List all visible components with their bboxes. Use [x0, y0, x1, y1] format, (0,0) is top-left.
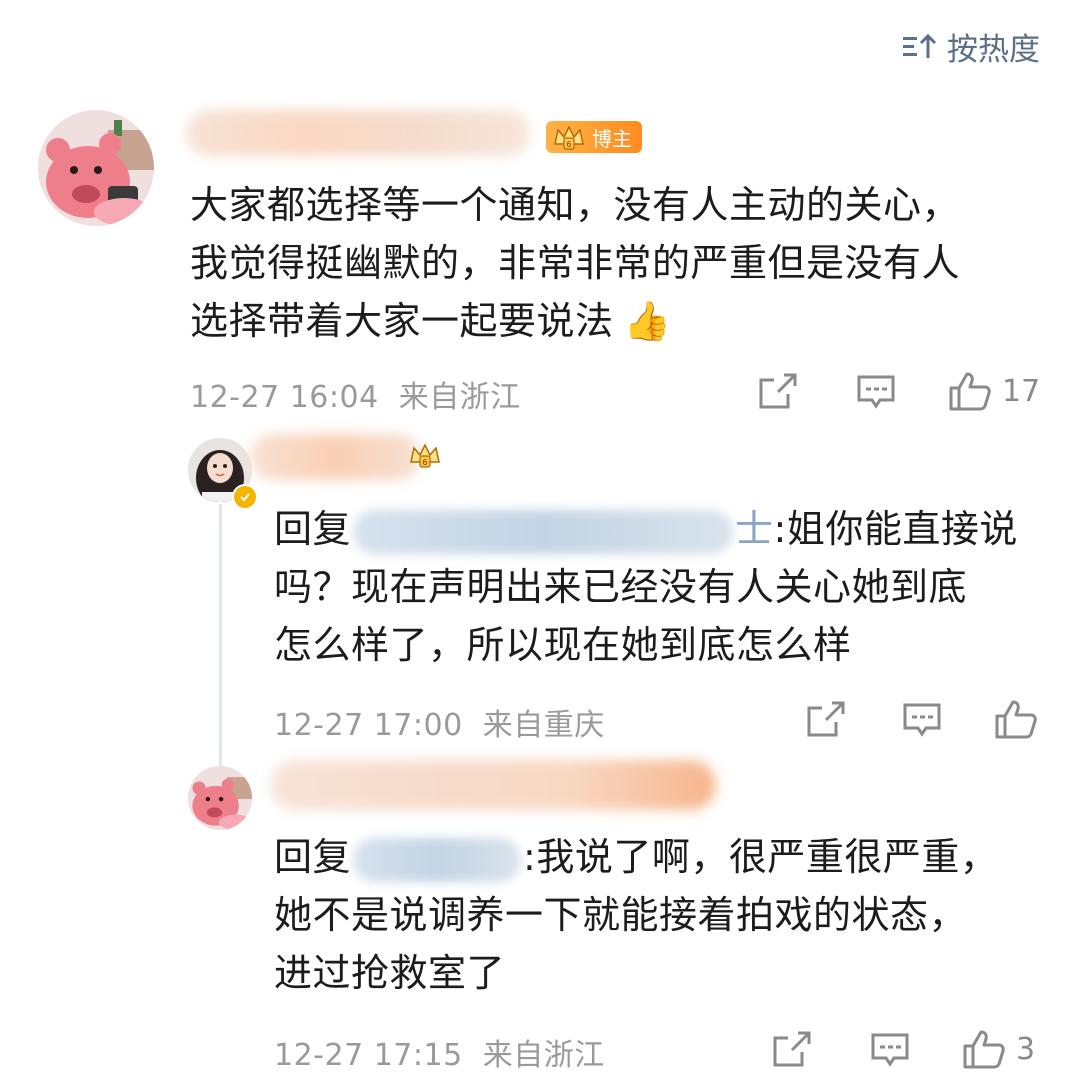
timestamp: 12-27 17:15	[274, 1038, 463, 1073]
share-button[interactable]	[772, 1030, 812, 1068]
comment-meta: 12-27 16:04 来自浙江	[190, 372, 521, 416]
thread-connector	[219, 504, 222, 766]
comment-icon	[903, 703, 941, 737]
reply-button[interactable]	[856, 374, 896, 410]
reply-button[interactable]	[902, 702, 942, 738]
location: 来自重庆	[482, 708, 605, 743]
blogger-badge: 6 博主	[546, 121, 642, 153]
timestamp: 12-27 17:00	[274, 708, 463, 743]
timestamp: 12-27 16:04	[190, 380, 379, 415]
location: 来自浙江	[398, 380, 521, 415]
share-button[interactable]	[758, 372, 798, 410]
thumbs-up-icon	[963, 1030, 1005, 1069]
avatar[interactable]	[38, 110, 154, 226]
comment-text: 大家都选择等一个通知，没有人主动的关心， 我觉得挺幽默的，非常非常的严重但是没有…	[190, 183, 961, 343]
comment-icon	[871, 1033, 909, 1067]
reply-prefix: 回复	[274, 507, 352, 551]
like-button[interactable]	[994, 698, 1048, 740]
thumbs-up-icon	[949, 372, 991, 411]
username-blurred[interactable]	[250, 434, 420, 480]
sort-icon	[901, 32, 937, 62]
reply-text: 回复 士:姐你能直接说 吗？现在声明出来已经没有人关心她到底 怎么样了，所以现在她…	[274, 507, 1018, 667]
like-button[interactable]: 3	[962, 1028, 1035, 1070]
comment-icon	[857, 375, 895, 409]
reply-prefix: 回复	[274, 835, 352, 879]
share-icon	[759, 373, 797, 409]
location: 来自浙江	[482, 1038, 605, 1073]
avatar[interactable]	[188, 766, 252, 830]
reply-text: 回复:我说了啊，很严重很严重， 她不是说调养一下就能接着拍戏的状态， 进过抢救室…	[274, 835, 999, 995]
share-icon	[807, 701, 845, 737]
crown-badge: 6	[408, 442, 442, 468]
like-count: 17	[1002, 373, 1041, 409]
reply-target-blurred[interactable]	[353, 509, 734, 554]
pink-bear-avatar-image	[188, 766, 252, 830]
crown-icon: 6	[410, 443, 440, 468]
thumbs-up-icon	[995, 700, 1037, 739]
svg-text:6: 6	[422, 458, 427, 467]
sort-label: 按热度	[947, 32, 1040, 68]
reply-button[interactable]	[870, 1032, 910, 1068]
reply-target-blurred[interactable]	[353, 837, 522, 882]
share-icon	[773, 1031, 811, 1067]
like-count: 3	[1016, 1031, 1036, 1067]
reply-target-tail: 士	[735, 507, 774, 551]
comment-meta: 12-27 17:15 来自浙江	[274, 1030, 605, 1074]
like-button[interactable]: 17	[948, 370, 1040, 412]
crown-icon: 6	[554, 125, 584, 150]
username-blurred[interactable]	[270, 760, 716, 810]
svg-text:6: 6	[566, 140, 571, 149]
comment-meta: 12-27 17:00 来自重庆	[274, 700, 605, 744]
username-blurred[interactable]	[186, 110, 530, 156]
sort-by-hot-button[interactable]: 按热度	[901, 24, 1040, 69]
share-button[interactable]	[806, 700, 846, 738]
thumbs-up-emoji: 👍	[623, 299, 672, 343]
badge-label: 博主	[592, 126, 632, 151]
verified-icon	[232, 484, 258, 510]
pink-bear-avatar-image	[38, 110, 154, 226]
